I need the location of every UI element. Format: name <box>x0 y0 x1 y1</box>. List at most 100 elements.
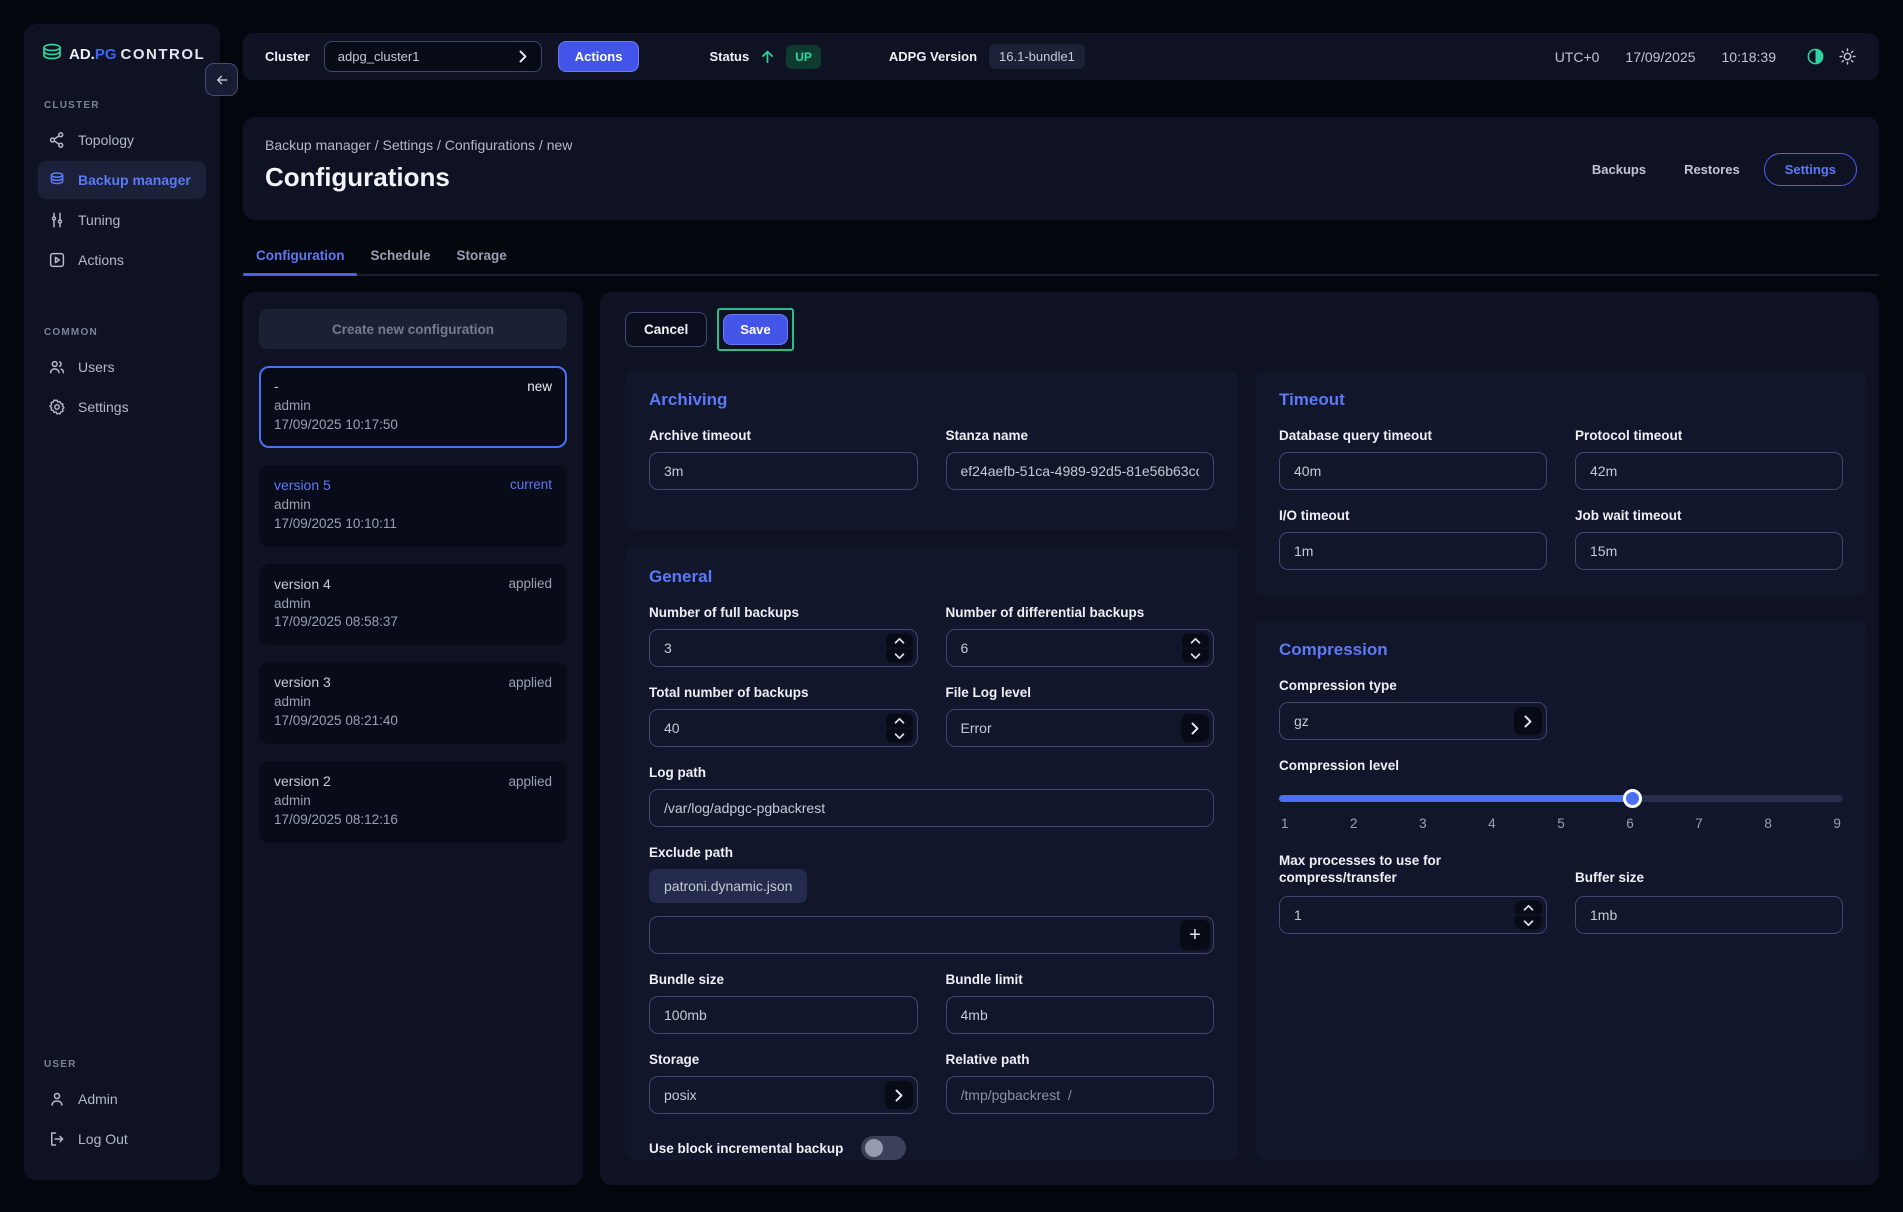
archive-timeout-input[interactable] <box>649 452 918 490</box>
configuration-list-panel: Create new configuration - new admin 17/… <box>243 292 583 1185</box>
config-version-card-new[interactable]: - new admin 17/09/2025 10:17:50 <box>259 366 567 448</box>
stanza-name-input[interactable] <box>946 452 1215 490</box>
tick-label: 6 <box>1626 816 1634 831</box>
exclude-path-chip[interactable]: patroni.dynamic.json <box>649 869 807 903</box>
compression-level-slider[interactable] <box>1279 789 1843 807</box>
sidebar-item-users[interactable]: Users <box>38 348 206 386</box>
sidebar-item-settings[interactable]: Settings <box>38 388 206 426</box>
job-wait-timeout-input[interactable] <box>1575 532 1843 570</box>
stepper-down-button[interactable] <box>1182 649 1209 663</box>
config-version-date: 17/09/2025 08:58:37 <box>274 613 552 632</box>
general-section: General Number of full backups Number of… <box>625 547 1238 1160</box>
db-query-timeout-label: Database query timeout <box>1279 428 1547 443</box>
chevron-right-icon[interactable] <box>1514 707 1542 735</box>
config-version-badge: applied <box>508 774 552 789</box>
total-backups-stepper[interactable] <box>649 709 918 747</box>
config-version-badge: applied <box>508 576 552 591</box>
page-header: Backup manager / Settings / Configuratio… <box>243 117 1879 220</box>
full-backups-stepper[interactable] <box>649 629 918 667</box>
config-version-card-2[interactable]: version 2 applied admin 17/09/2025 08:12… <box>259 761 567 843</box>
bundle-limit-input[interactable] <box>946 996 1215 1034</box>
settings-button[interactable]: Settings <box>1764 153 1857 186</box>
buffer-size-input[interactable] <box>1575 896 1843 934</box>
cluster-label: Cluster <box>265 49 310 64</box>
tab-storage[interactable]: Storage <box>444 240 520 274</box>
tab-configuration[interactable]: Configuration <box>243 240 357 274</box>
tick-label: 3 <box>1419 816 1427 831</box>
timeout-section: Timeout Database query timeout Protocol … <box>1255 370 1867 595</box>
config-version-card-5[interactable]: version 5 current admin 17/09/2025 10:10… <box>259 465 567 547</box>
chevron-right-icon[interactable] <box>885 1081 913 1109</box>
adpg-version-label: ADPG Version <box>889 49 977 64</box>
log-path-label: Log path <box>649 765 1214 780</box>
protocol-timeout-input[interactable] <box>1575 452 1843 490</box>
play-icon <box>48 251 66 269</box>
tab-schedule[interactable]: Schedule <box>357 240 443 274</box>
archive-timeout-label: Archive timeout <box>649 428 918 443</box>
config-version-date: 17/09/2025 10:10:11 <box>274 515 552 534</box>
stepper-up-button[interactable] <box>886 714 913 728</box>
sidebar-collapse-button[interactable] <box>205 63 238 96</box>
sidebar-item-label: Users <box>78 359 115 375</box>
chevron-right-icon[interactable] <box>1181 714 1209 742</box>
save-button[interactable]: Save <box>723 314 787 345</box>
theme-toggle-icon[interactable] <box>1806 47 1825 66</box>
stepper-down-button[interactable] <box>1515 916 1542 930</box>
sidebar-item-admin[interactable]: Admin <box>38 1080 206 1118</box>
config-version-card-3[interactable]: version 3 applied admin 17/09/2025 08:21… <box>259 662 567 744</box>
storage-value[interactable] <box>649 1076 918 1114</box>
tab-bar: Configuration Schedule Storage <box>243 240 1879 276</box>
stepper-up-button[interactable] <box>886 634 913 648</box>
sidebar-item-backup-manager[interactable]: Backup manager <box>38 161 206 199</box>
db-query-timeout-input[interactable] <box>1279 452 1547 490</box>
restores-button[interactable]: Restores <box>1670 154 1754 185</box>
cluster-select-value: adpg_cluster1 <box>338 49 511 64</box>
exclude-path-add-input[interactable] <box>649 916 1214 954</box>
adpg-version-badge: 16.1-bundle1 <box>989 44 1085 69</box>
brightness-icon[interactable] <box>1838 47 1857 66</box>
sidebar-item-tuning[interactable]: Tuning <box>38 201 206 239</box>
config-version-badge: applied <box>508 675 552 690</box>
stepper-up-button[interactable] <box>1515 901 1542 915</box>
sidebar-item-logout[interactable]: Log Out <box>38 1120 206 1158</box>
configuration-form-panel: Cancel Save Archiving Archive timeout St… <box>600 292 1879 1185</box>
sidebar-item-label: Admin <box>78 1091 118 1107</box>
storage-select[interactable] <box>649 1076 918 1114</box>
log-path-input[interactable] <box>649 789 1214 827</box>
compression-type-select[interactable] <box>1279 702 1547 740</box>
stepper-down-button[interactable] <box>886 649 913 663</box>
app-logo: AD.PGCONTROL <box>38 42 206 66</box>
exclude-path-label: Exclude path <box>649 845 1214 860</box>
config-version-date: 17/09/2025 08:21:40 <box>274 712 552 731</box>
sidebar-item-label: Settings <box>78 399 129 415</box>
diff-backups-stepper[interactable] <box>946 629 1215 667</box>
file-log-level-select[interactable] <box>946 709 1215 747</box>
protocol-timeout-label: Protocol timeout <box>1575 428 1843 443</box>
config-version-name: - <box>274 378 279 394</box>
top-bar: Cluster adpg_cluster1 Actions Status UP … <box>243 33 1879 80</box>
max-processes-stepper[interactable] <box>1279 896 1547 934</box>
status-label: Status <box>709 49 749 64</box>
block-incremental-toggle[interactable] <box>861 1136 906 1160</box>
compression-type-value[interactable] <box>1279 702 1547 740</box>
sliders-icon <box>48 211 66 229</box>
cluster-select[interactable]: adpg_cluster1 <box>324 41 542 72</box>
compression-level-handle[interactable] <box>1623 789 1642 808</box>
config-version-card-4[interactable]: version 4 applied admin 17/09/2025 08:58… <box>259 564 567 646</box>
bundle-size-input[interactable] <box>649 996 918 1034</box>
relative-path-input[interactable] <box>946 1076 1215 1114</box>
sidebar-item-topology[interactable]: Topology <box>38 121 206 159</box>
sidebar-item-label: Actions <box>78 252 124 268</box>
stepper-up-button[interactable] <box>1182 634 1209 648</box>
plus-icon[interactable]: + <box>1180 920 1210 950</box>
save-focus-ring: Save <box>717 308 793 351</box>
backups-button[interactable]: Backups <box>1578 154 1660 185</box>
io-timeout-input[interactable] <box>1279 532 1547 570</box>
create-configuration-button[interactable]: Create new configuration <box>259 309 567 349</box>
cancel-button[interactable]: Cancel <box>625 312 707 347</box>
cluster-actions-button[interactable]: Actions <box>558 41 640 72</box>
file-log-level-value[interactable] <box>946 709 1215 747</box>
config-version-name: version 5 <box>274 477 331 493</box>
sidebar-item-actions[interactable]: Actions <box>38 241 206 279</box>
stepper-down-button[interactable] <box>886 729 913 743</box>
